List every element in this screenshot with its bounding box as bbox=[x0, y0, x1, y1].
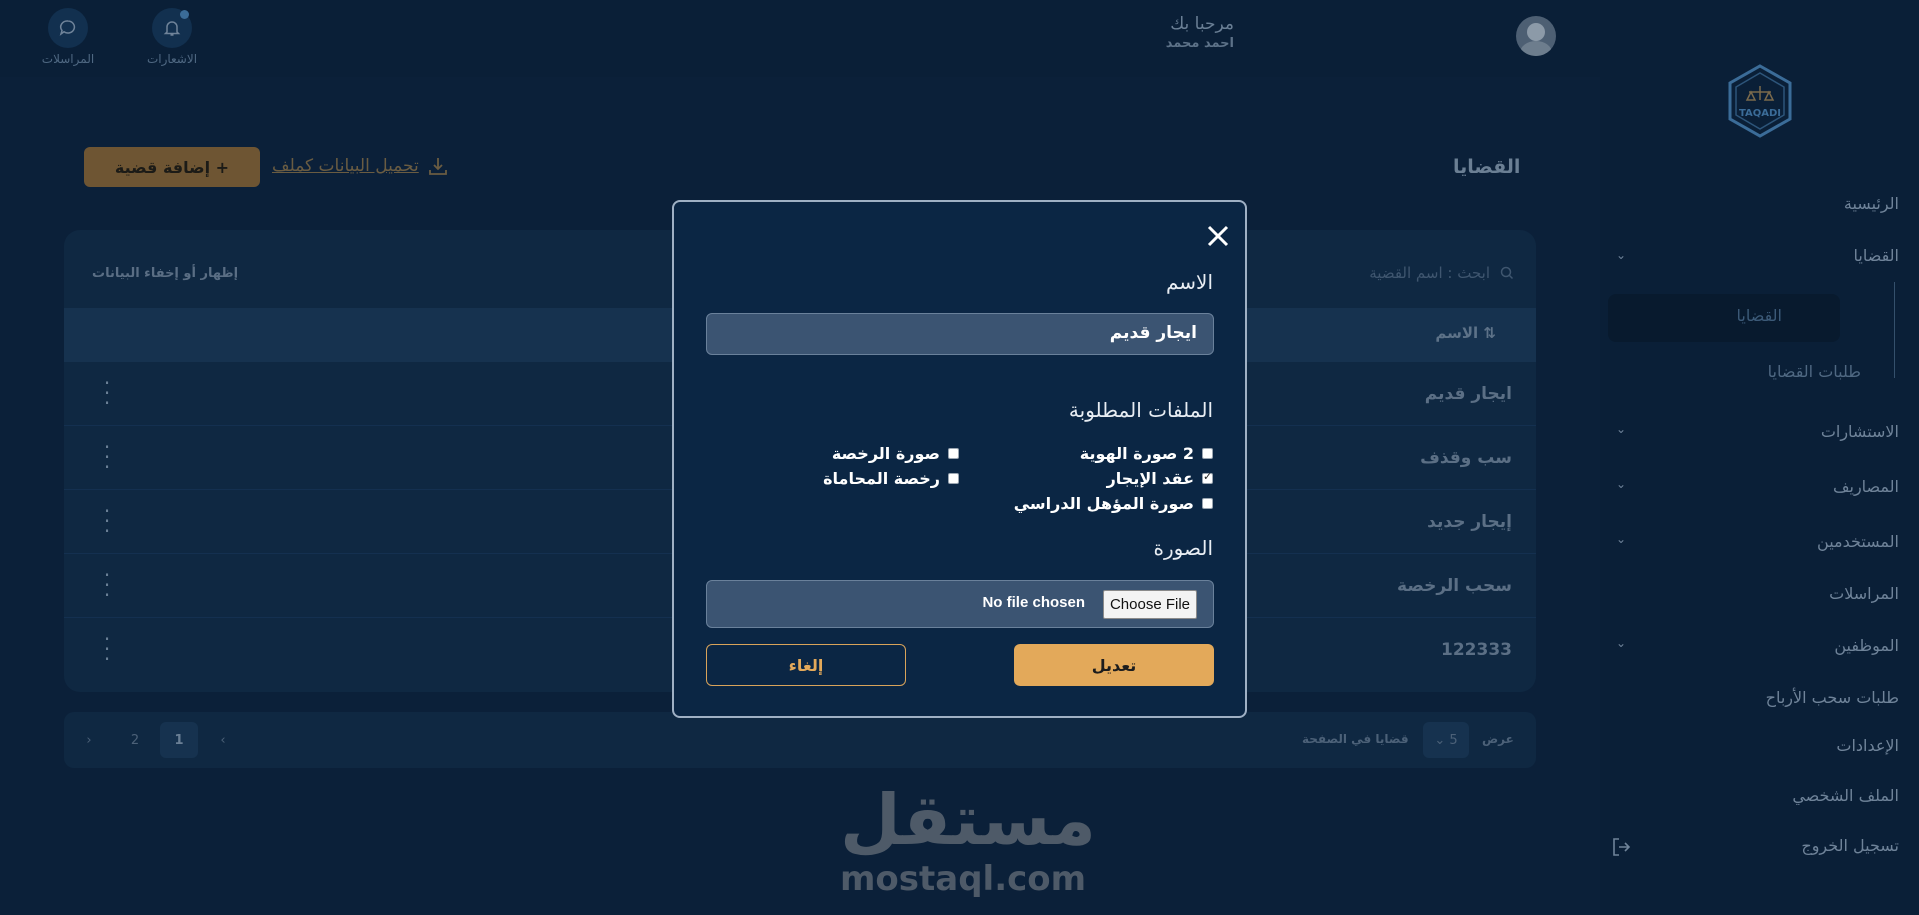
checkbox-id-photo[interactable]: 2 صورة الهوية bbox=[1080, 444, 1213, 463]
chevron-down-icon[interactable]: ⌄ bbox=[1616, 636, 1626, 650]
chevron-down-icon[interactable]: ⌄ bbox=[1616, 477, 1626, 491]
add-case-button[interactable]: إضافة قضية + bbox=[84, 147, 260, 187]
chevron-down-icon[interactable]: ⌄ bbox=[1616, 248, 1626, 262]
sidebar-item-users[interactable]: المستخدمين bbox=[1817, 532, 1899, 551]
required-files-label: الملفات المطلوبة bbox=[1068, 398, 1213, 422]
avatar[interactable] bbox=[1516, 16, 1556, 56]
no-file-text: No file chosen bbox=[982, 594, 1085, 611]
top-bar: المراسلات الاشعارات مرحبا بك احمد محمد bbox=[0, 0, 1600, 77]
checkbox-box[interactable] bbox=[1202, 498, 1213, 509]
page-1-button[interactable]: 1 bbox=[160, 722, 198, 758]
search-input[interactable]: ابحث : اسم القضية bbox=[1369, 264, 1514, 282]
more-options-icon[interactable]: · · · bbox=[100, 629, 114, 669]
save-button[interactable]: تعديل bbox=[1014, 644, 1214, 686]
more-options-icon[interactable]: · · · bbox=[100, 437, 114, 477]
checkbox-label: 2 صورة الهوية bbox=[1079, 444, 1194, 463]
toggle-columns-button[interactable]: إظهار أو إخفاء البيانات bbox=[92, 266, 238, 281]
checkbox-label: عقد الإيجار bbox=[1106, 469, 1194, 488]
sidebar-subitem-cases-active[interactable]: القضايا bbox=[1608, 294, 1840, 342]
table-cell-name: إيجار جديد bbox=[1427, 512, 1512, 532]
more-options-icon[interactable]: · · · bbox=[100, 373, 114, 413]
messages-label: المراسلات bbox=[41, 52, 95, 66]
watermark-arabic: مستقل bbox=[840, 779, 1097, 861]
sidebar-subitem-case-requests[interactable]: طلبات القضايا bbox=[1768, 362, 1861, 381]
checkbox-label: صورة المؤهل الدراسي bbox=[1013, 494, 1194, 513]
watermark-latin: mostaql.com bbox=[840, 859, 1087, 899]
per-page-value: 5 bbox=[1449, 732, 1458, 748]
download-data-link[interactable]: تحميل البيانات كملف bbox=[272, 155, 449, 177]
sidebar-item-employees[interactable]: الموظفين bbox=[1834, 636, 1899, 655]
checkbox-box[interactable] bbox=[948, 473, 959, 484]
chevron-down-icon: ⌄ bbox=[1434, 732, 1446, 748]
chevron-down-icon[interactable]: ⌄ bbox=[1616, 422, 1626, 436]
checkbox-license-photo[interactable]: صورة الرخصة bbox=[832, 444, 959, 463]
more-options-icon[interactable]: · · · bbox=[100, 501, 114, 541]
checkbox-label: صورة الرخصة bbox=[831, 444, 940, 463]
show-label: عرض bbox=[1482, 732, 1514, 746]
image-label: الصورة bbox=[1153, 536, 1213, 560]
bell-icon[interactable] bbox=[152, 8, 192, 48]
sidebar-item-expenses[interactable]: المصاريف bbox=[1833, 477, 1899, 496]
checkbox-lease-contract[interactable]: عقد الإيجار bbox=[1107, 469, 1213, 488]
table-cell-name: سب وقذف bbox=[1420, 448, 1512, 468]
next-page-button[interactable]: › bbox=[70, 722, 108, 758]
checkbox-qualification-photo[interactable]: صورة المؤهل الدراسي bbox=[1014, 494, 1213, 513]
logo: TAQADI bbox=[1728, 64, 1792, 138]
checkbox-label: رخصة المحاماة bbox=[823, 469, 940, 488]
submenu-line bbox=[1894, 282, 1895, 378]
user-name: احمد محمد bbox=[1165, 36, 1234, 51]
sidebar-item-cases[interactable]: القضايا bbox=[1854, 246, 1900, 265]
edit-case-modal: الاسم ايجار قديم الملفات المطلوبة 2 صورة… bbox=[672, 200, 1247, 718]
user-info[interactable]: مرحبا بك احمد محمد bbox=[1166, 14, 1234, 51]
checkbox-box-checked[interactable] bbox=[1202, 470, 1213, 484]
messages-nav[interactable]: المراسلات bbox=[18, 8, 118, 66]
name-field-value: ايجار قديم bbox=[1109, 323, 1197, 343]
sidebar-item-profile[interactable]: الملف الشخصي bbox=[1792, 786, 1899, 805]
page-title: القضايا bbox=[1453, 156, 1521, 178]
svg-text:TAQADI: TAQADI bbox=[1739, 108, 1781, 119]
notifications-label: الاشعارات bbox=[146, 52, 198, 66]
sidebar-item-logout[interactable]: تسجيل الخروج bbox=[1801, 836, 1899, 855]
name-label: الاسم bbox=[1165, 270, 1213, 294]
notifications-nav[interactable]: الاشعارات bbox=[122, 8, 222, 66]
search-placeholder: ابحث : اسم القضية bbox=[1369, 264, 1490, 282]
sidebar-item-home[interactable]: الرئيسية bbox=[1844, 194, 1899, 213]
checkbox-box[interactable] bbox=[1202, 448, 1213, 459]
chevron-down-icon[interactable]: ⌄ bbox=[1616, 532, 1626, 546]
close-icon[interactable] bbox=[1204, 222, 1232, 250]
sidebar-item-settings[interactable]: الإعدادات bbox=[1836, 736, 1899, 755]
search-icon bbox=[1500, 266, 1514, 280]
watermark: مستقل mostaql.com bbox=[840, 779, 1097, 899]
sidebar-subitem-cases-label: القضايا bbox=[1736, 306, 1783, 325]
more-options-icon[interactable]: · · · bbox=[100, 565, 114, 605]
choose-file-button[interactable]: Choose File bbox=[1102, 590, 1197, 619]
logout-icon[interactable] bbox=[1610, 836, 1632, 858]
table-cell-name: سحب الرخصة bbox=[1397, 576, 1512, 596]
column-name-label: الاسم bbox=[1435, 324, 1479, 342]
download-icon bbox=[428, 158, 447, 175]
image-file-input[interactable]: Choose File No file chosen bbox=[706, 580, 1214, 628]
pagination: › 2 1 ‹ قضايا في الصفحة ⌄ 5 عرض bbox=[64, 712, 1536, 768]
download-label: تحميل البيانات كملف bbox=[272, 156, 419, 176]
table-cell-name: ايجار قديم bbox=[1424, 384, 1512, 404]
checkbox-box[interactable] bbox=[948, 448, 959, 459]
cancel-button[interactable]: إلغاء bbox=[706, 644, 906, 686]
sidebar-item-consultations[interactable]: الاستشارات bbox=[1821, 422, 1899, 441]
sort-icon: ⇅ bbox=[1483, 324, 1496, 342]
checkbox-lawyer-license[interactable]: رخصة المحاماة bbox=[823, 469, 959, 488]
sidebar-item-withdraw-requests[interactable]: طلبات سحب الأرباح bbox=[1766, 688, 1899, 707]
chat-icon[interactable] bbox=[48, 8, 88, 48]
per-page-label: قضايا في الصفحة bbox=[1302, 732, 1409, 746]
per-page-select[interactable]: ⌄ 5 bbox=[1423, 722, 1469, 758]
table-cell-name: 122333 bbox=[1441, 640, 1512, 660]
column-name-header[interactable]: الاسم ⇅ bbox=[1435, 324, 1496, 342]
name-field[interactable]: ايجار قديم bbox=[706, 313, 1214, 355]
greeting-text: مرحبا بك bbox=[1170, 14, 1234, 34]
sidebar: TAQADI الرئيسية القضايا ⌄ القضايا طلبات … bbox=[1600, 0, 1919, 915]
page-2-button[interactable]: 2 bbox=[116, 722, 154, 758]
notification-dot bbox=[180, 10, 189, 19]
prev-page-button[interactable]: ‹ bbox=[204, 722, 242, 758]
sidebar-item-messages[interactable]: المراسلات bbox=[1829, 584, 1899, 603]
